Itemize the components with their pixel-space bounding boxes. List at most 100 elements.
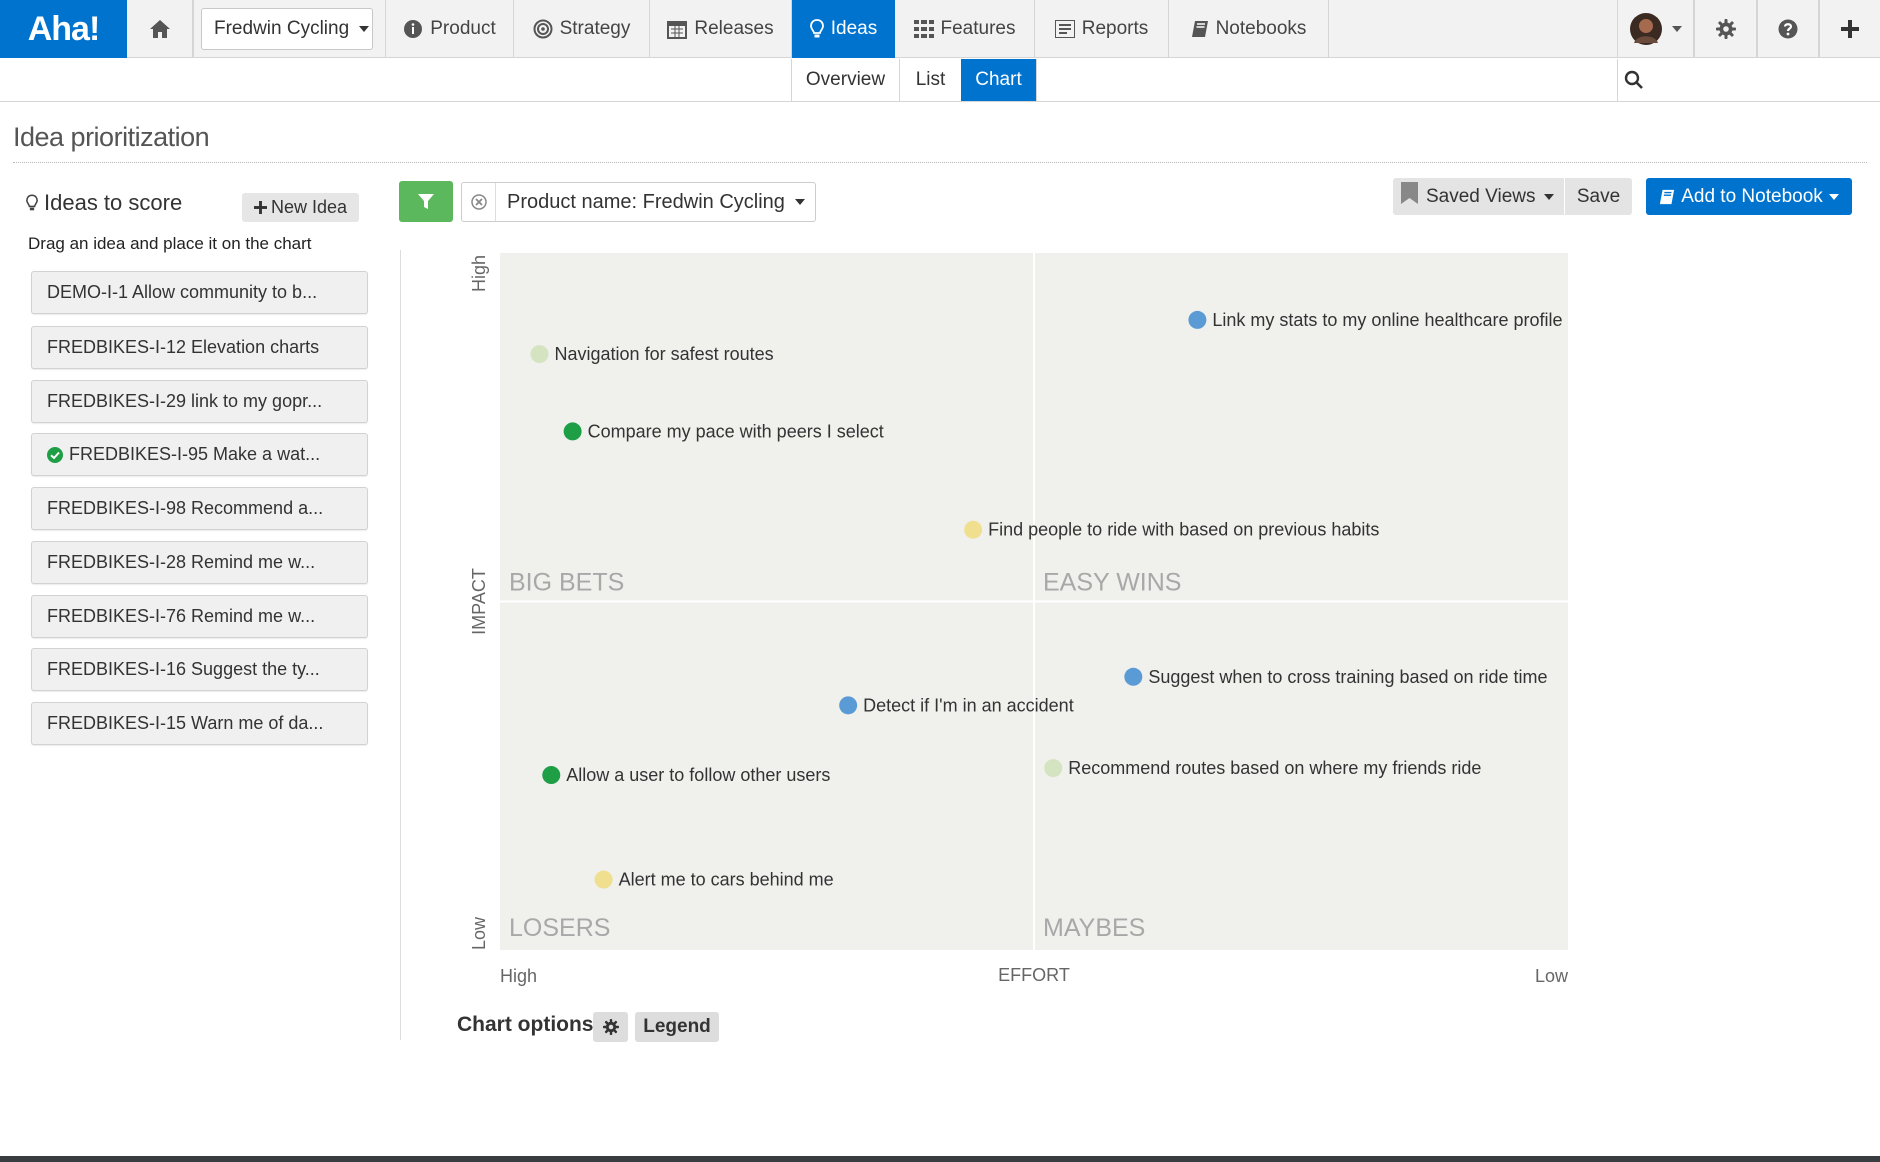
top-navigation-bar: Aha! Fredwin Cycling Product Strategy Re… bbox=[0, 0, 1880, 58]
idea-point[interactable]: Compare my pace with peers I select bbox=[563, 421, 884, 441]
idea-card[interactable]: FREDBIKES-I-95 Make a wat... bbox=[31, 433, 368, 476]
help-button[interactable] bbox=[1757, 0, 1819, 58]
idea-point[interactable]: Alert me to cars behind me bbox=[594, 870, 834, 890]
tab-chart[interactable]: Chart bbox=[961, 59, 1036, 101]
idea-card-label: FREDBIKES-I-15 Warn me of da... bbox=[47, 713, 324, 733]
x-tick-low: Low bbox=[1535, 966, 1569, 986]
panel-divider bbox=[400, 250, 401, 1040]
nav-label-reports: Reports bbox=[1081, 18, 1149, 39]
user-menu[interactable] bbox=[1617, 0, 1694, 58]
idea-point[interactable]: Find people to ride with based on previo… bbox=[964, 520, 1379, 540]
idea-card-label: DEMO-I-1 Allow community to b... bbox=[47, 282, 318, 302]
x-tick-high: High bbox=[500, 966, 537, 986]
idea-card[interactable]: FREDBIKES-I-12 Elevation charts bbox=[31, 326, 368, 369]
gear-icon bbox=[1715, 19, 1736, 39]
idea-point-label: Compare my pace with peers I select bbox=[588, 421, 884, 441]
idea-card[interactable]: DEMO-I-1 Allow community to b... bbox=[31, 271, 368, 314]
nav-item-notebooks[interactable]: Notebooks bbox=[1169, 0, 1329, 58]
idea-point[interactable]: Suggest when to cross training based on … bbox=[1124, 667, 1548, 687]
tab-list[interactable]: List bbox=[899, 59, 961, 101]
filter-icon bbox=[418, 193, 434, 209]
nav-item-ideas[interactable]: Ideas bbox=[792, 0, 895, 58]
product-filter[interactable]: Product name: Fredwin Cycling bbox=[461, 182, 816, 222]
plus-icon bbox=[253, 201, 267, 214]
legend-button[interactable]: Legend bbox=[635, 1012, 719, 1042]
idea-point-label: Link my stats to my online healthcare pr… bbox=[1212, 310, 1562, 330]
idea-card[interactable]: FREDBIKES-I-29 link to my gopr... bbox=[31, 380, 368, 423]
idea-point[interactable]: Detect if I'm in an accident bbox=[839, 695, 1074, 715]
new-idea-label: New Idea bbox=[270, 197, 348, 217]
idea-point-marker bbox=[563, 422, 582, 441]
idea-point-marker bbox=[839, 696, 858, 715]
chart-options-label: Chart options bbox=[457, 1013, 594, 1036]
nav-item-releases[interactable]: Releases bbox=[650, 0, 792, 58]
saved-views-dropdown[interactable]: Saved Views bbox=[1393, 178, 1564, 215]
aha-logo[interactable]: Aha! bbox=[0, 0, 127, 58]
save-button[interactable]: Save bbox=[1564, 178, 1632, 215]
bookmark-icon bbox=[1401, 181, 1418, 204]
new-idea-button[interactable]: New Idea bbox=[242, 193, 359, 222]
nav-item-features[interactable]: Features bbox=[895, 0, 1035, 58]
idea-point[interactable]: Recommend routes based on where my frien… bbox=[1044, 758, 1481, 778]
workspace-selector[interactable]: Fredwin Cycling bbox=[201, 8, 373, 50]
product-filter-label: Product name: Fredwin Cycling bbox=[507, 190, 785, 213]
idea-point-label: Navigation for safest routes bbox=[555, 344, 774, 364]
ideas-to-score-title: Ideas to score bbox=[44, 190, 183, 215]
chevron-down-icon bbox=[794, 199, 805, 205]
y-tick-high: High bbox=[469, 255, 489, 292]
saved-views-label: Saved Views bbox=[1426, 185, 1536, 207]
calendar-icon bbox=[667, 21, 688, 39]
idea-point-marker bbox=[1188, 310, 1207, 329]
idea-point[interactable]: Link my stats to my online healthcare pr… bbox=[1188, 310, 1563, 330]
chart-options-button[interactable] bbox=[593, 1012, 628, 1042]
idea-point-marker bbox=[964, 520, 983, 539]
idea-point-label: Find people to ride with based on previo… bbox=[988, 520, 1379, 540]
idea-point-label: Alert me to cars behind me bbox=[619, 870, 834, 890]
add-button[interactable] bbox=[1819, 0, 1880, 58]
idea-point-marker bbox=[542, 766, 561, 785]
window-bottom-edge bbox=[0, 1156, 1880, 1162]
idea-card-label: FREDBIKES-I-95 Make a wat... bbox=[69, 444, 321, 464]
check-circle-icon bbox=[47, 446, 63, 463]
idea-point-marker bbox=[594, 870, 613, 889]
page-title: Idea prioritization bbox=[13, 122, 210, 152]
quadrant-label-easy-wins: EASY WINS bbox=[1043, 569, 1181, 597]
idea-card[interactable]: FREDBIKES-I-98 Recommend a... bbox=[31, 487, 368, 530]
chevron-down-icon bbox=[1828, 193, 1839, 200]
home-button[interactable] bbox=[127, 0, 193, 58]
quadrant-label-big-bets: BIG BETS bbox=[509, 569, 624, 597]
idea-card-label: FREDBIKES-I-28 Remind me w... bbox=[47, 552, 316, 572]
idea-point[interactable]: Navigation for safest routes bbox=[530, 344, 774, 364]
grid-icon bbox=[913, 20, 934, 38]
idea-point-label: Recommend routes based on where my frien… bbox=[1068, 758, 1481, 778]
search-input[interactable] bbox=[1617, 59, 1880, 101]
quadrant-label-maybes: MAYBES bbox=[1043, 914, 1145, 942]
settings-button[interactable] bbox=[1694, 0, 1757, 58]
tab-overview[interactable]: Overview bbox=[791, 59, 899, 101]
x-axis-label: EFFORT bbox=[998, 965, 1070, 985]
idea-point-label: Detect if I'm in an accident bbox=[863, 695, 1074, 715]
add-to-notebook-button[interactable]: Add to Notebook bbox=[1646, 178, 1852, 215]
title-divider bbox=[13, 162, 1867, 163]
add-to-notebook-label: Add to Notebook bbox=[1681, 185, 1823, 207]
report-icon bbox=[1054, 20, 1075, 38]
idea-card-label: FREDBIKES-I-29 link to my gopr... bbox=[47, 391, 323, 411]
nav-item-strategy[interactable]: Strategy bbox=[514, 0, 650, 58]
quadrant-label-losers: LOSERS bbox=[509, 914, 610, 942]
nav-item-product[interactable]: Product bbox=[385, 0, 514, 58]
idea-point-marker bbox=[1124, 667, 1143, 686]
gear-icon bbox=[602, 1019, 619, 1035]
nav-divider bbox=[193, 0, 194, 58]
idea-card[interactable]: FREDBIKES-I-16 Suggest the ty... bbox=[31, 648, 368, 691]
remove-filter-button[interactable] bbox=[462, 183, 496, 221]
help-icon bbox=[1778, 19, 1798, 39]
filter-button[interactable] bbox=[399, 181, 453, 222]
prioritization-chart[interactable]: BIG BETS EASY WINS LOSERS MAYBES High EFFORT… bbox=[460, 245, 1580, 990]
idea-card[interactable]: FREDBIKES-I-15 Warn me of da... bbox=[31, 702, 368, 745]
y-tick-low: Low bbox=[469, 916, 489, 950]
idea-point[interactable]: Allow a user to follow other users bbox=[542, 765, 830, 785]
nav-item-reports[interactable]: Reports bbox=[1035, 0, 1169, 58]
idea-card[interactable]: FREDBIKES-I-28 Remind me w... bbox=[31, 541, 368, 584]
idea-card[interactable]: FREDBIKES-I-76 Remind me w... bbox=[31, 595, 368, 638]
book-icon bbox=[1660, 189, 1675, 204]
